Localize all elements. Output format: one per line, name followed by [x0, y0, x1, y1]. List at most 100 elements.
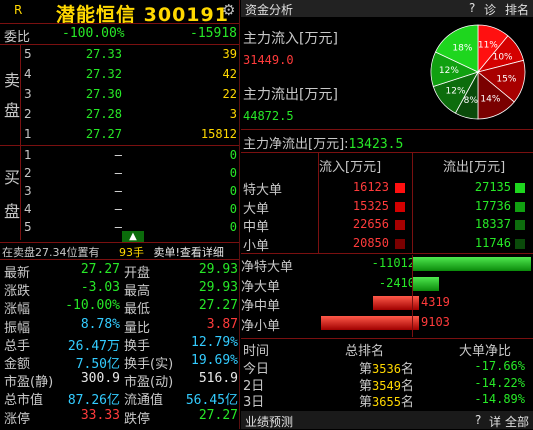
inflow-square: [395, 183, 405, 193]
flow-row-name: 小单: [243, 238, 270, 254]
stat-value: -3.03: [80, 280, 120, 296]
flow-out-value: 11746: [474, 235, 511, 250]
stat-value: 7.50亿: [75, 357, 120, 372]
rank-row-ratio: -14.22%: [474, 375, 525, 390]
notice-prefix: 在卖盘27.34位置有: [2, 246, 100, 259]
notice-suffix[interactable]: 卖单!查看详细: [154, 246, 224, 259]
stat-row: 涨停 33.33 跌停 27.27: [2, 407, 238, 427]
diagnose-button[interactable]: 诊: [484, 1, 496, 18]
stat-row: 市盈(静) 300.9 市盈(动) 516.9: [2, 371, 238, 390]
pie-slice-label: 12%: [446, 87, 466, 97]
outflow-square: [515, 238, 525, 249]
net-bar-red: [321, 315, 419, 330]
net-bar-green: [413, 257, 531, 271]
flow-out-value: 17736: [474, 198, 511, 213]
pie-slice-label: 18%: [452, 43, 472, 53]
flow-row-name: 中单: [243, 220, 270, 235]
stat-label: 振幅: [4, 320, 31, 336]
rank-col-ratio: 大单净比: [459, 344, 512, 359]
col-in-header: 流入[万元]: [319, 160, 382, 175]
stat-label: 最新: [4, 266, 31, 281]
rank-suffix: 名: [400, 395, 414, 410]
detail-button[interactable]: 详: [489, 413, 501, 430]
weibi-pct: -100.00%: [62, 26, 125, 41]
net-row-name: 净小单: [241, 318, 281, 334]
net-bar-green: [413, 276, 439, 291]
chevron-up-icon[interactable]: ▲: [122, 231, 144, 242]
fund-header: 资金分析 ? 诊 排名: [241, 0, 533, 17]
weibi-row: 委比 -100.00% -15918: [0, 25, 240, 45]
stat-value: 12.79%: [191, 334, 238, 350]
r-mark: R: [14, 3, 23, 17]
net-row-value: -2410: [378, 275, 415, 290]
bottom-help-button[interactable]: ?: [475, 413, 481, 427]
flow-out-value: 27135: [474, 180, 511, 194]
flow-row-name: 特大单: [243, 183, 283, 198]
fund-title: 资金分析: [245, 3, 294, 17]
stat-value: 19.69%: [191, 353, 238, 368]
rank-col-time: 时间: [243, 344, 270, 359]
ask-section: 卖 盘 5 27.33 39 4 27.32 42 3 27.30 22 2 27.28 3 1…: [0, 45, 240, 146]
rank-col-rank: 总排名: [345, 344, 385, 359]
help-button[interactable]: ?: [469, 1, 475, 15]
stat-value: 33.33: [80, 407, 120, 423]
stat-row: 金额 7.50亿 换手(实) 19.69%: [2, 353, 238, 372]
col-out-header: 流出[万元]: [443, 160, 506, 175]
stat-label: 涨幅: [4, 302, 31, 318]
net-row-name: 净特大单: [241, 260, 294, 275]
stat-label: 涨跌: [4, 284, 31, 300]
gear-icon[interactable]: ⚙: [222, 1, 235, 19]
flow-in-value: 20850: [352, 235, 389, 250]
flow-in-value: 15325: [352, 198, 389, 213]
stat-label: 流通值: [124, 393, 164, 409]
stock-header: R 潜能恒信 300191 ⚙: [0, 0, 240, 26]
outflow-value: 44872.5: [243, 109, 294, 123]
forecast-tab[interactable]: 业绩预测: [245, 413, 293, 430]
net-row-name: 净中单: [241, 299, 281, 314]
flow-row-name: 大单: [243, 201, 270, 217]
stat-label: 总手: [4, 338, 31, 354]
outflow-square: [515, 183, 525, 193]
net-flow-value: 13423.5: [348, 137, 404, 152]
weibi-label: 委比: [4, 30, 31, 45]
stat-value: 27.27: [198, 298, 238, 314]
stat-value: 26.47万: [67, 338, 120, 354]
flow-in-value: 22656: [352, 217, 389, 231]
net-row-value: 4319: [421, 295, 450, 309]
bid-row-2: 2–0: [24, 166, 237, 180]
stat-value: 56.45亿: [185, 393, 238, 409]
large-order-notice[interactable]: 在卖盘27.34位置有 93手 卖单!查看详细: [2, 244, 240, 259]
pie-slice-label: 10%: [493, 52, 513, 62]
bid-row-3: 3–0: [24, 184, 237, 198]
pie-slice-label: 12%: [439, 66, 459, 76]
flow-out-value: 18337: [474, 217, 511, 231]
stat-value: 29.93: [198, 262, 238, 277]
rank-button[interactable]: 排名: [505, 1, 529, 18]
bottom-bar: 业绩预测 ? 详 全部: [241, 411, 533, 429]
stat-label: 金额: [4, 357, 31, 372]
stat-label: 最高: [124, 284, 151, 300]
stat-label: 总市值: [4, 393, 44, 409]
bid-row-5: 5–0: [24, 220, 237, 234]
stats-panel: 最新 27.27 开盘 29.93 涨跌 -3.03 最高 29.93 涨幅 -10.00% 最低 2…: [0, 262, 240, 428]
all-button[interactable]: 全部: [505, 413, 529, 430]
inflow-square: [395, 238, 405, 249]
stat-value: 27.27: [80, 262, 120, 277]
net-row-value: 9103: [421, 314, 450, 329]
stat-value: 300.9: [80, 371, 120, 387]
net-row-value: -11012: [371, 256, 415, 270]
stat-value: 27.27: [198, 407, 238, 423]
net-flow-label: 主力净流出[万元]:: [243, 137, 349, 152]
stat-value: 29.93: [198, 280, 238, 296]
stat-label: 涨停: [4, 411, 31, 427]
stat-row: 涨跌 -3.03 最高 29.93: [2, 280, 238, 300]
rank-row-time: 3日: [243, 395, 265, 410]
stat-value: 3.87: [206, 316, 238, 332]
stat-row: 振幅 8.78% 量比 3.87: [2, 316, 238, 336]
stat-label: 最低: [124, 302, 151, 318]
stat-row: 总手 26.47万 换手 12.79%: [2, 334, 238, 354]
net-flow-row: 主力净流出[万元]:13423.5: [243, 133, 403, 152]
stat-row: 涨幅 -10.00% 最低 27.27: [2, 298, 238, 318]
inflow-square: [395, 220, 405, 230]
bid-row-4: 4–0: [24, 202, 237, 216]
